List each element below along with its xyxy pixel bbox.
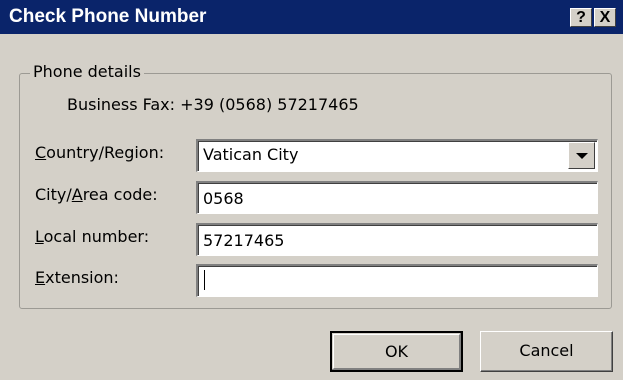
country-region-value: Vatican City xyxy=(203,145,299,164)
dialog-title: Check Phone Number xyxy=(9,6,207,27)
text-caret xyxy=(204,270,205,290)
chevron-down-icon xyxy=(576,153,588,159)
help-button[interactable]: ? xyxy=(570,8,592,27)
cancel-button[interactable]: Cancel xyxy=(480,331,613,372)
city-area-code-label: City/Area code: xyxy=(35,185,158,204)
ok-button[interactable]: OK xyxy=(330,331,463,372)
extension-label: Extension: xyxy=(35,268,119,287)
country-region-label: Country/Region: xyxy=(35,143,165,162)
extension-input[interactable] xyxy=(196,264,598,297)
phone-details-label: Phone details xyxy=(30,62,144,82)
check-phone-number-dialog: Check Phone Number ? X Phone details Bus… xyxy=(0,0,623,380)
title-bar[interactable]: Check Phone Number ? X xyxy=(0,0,623,34)
city-area-code-input[interactable] xyxy=(196,181,598,214)
local-number-label: Local number: xyxy=(35,227,150,246)
country-dropdown-button[interactable] xyxy=(568,142,595,169)
business-fax-text: Business Fax: +39 (0568) 57217465 xyxy=(67,95,359,114)
country-region-select[interactable]: Vatican City xyxy=(196,139,598,172)
local-number-input[interactable] xyxy=(196,223,598,256)
close-button[interactable]: X xyxy=(594,8,616,27)
